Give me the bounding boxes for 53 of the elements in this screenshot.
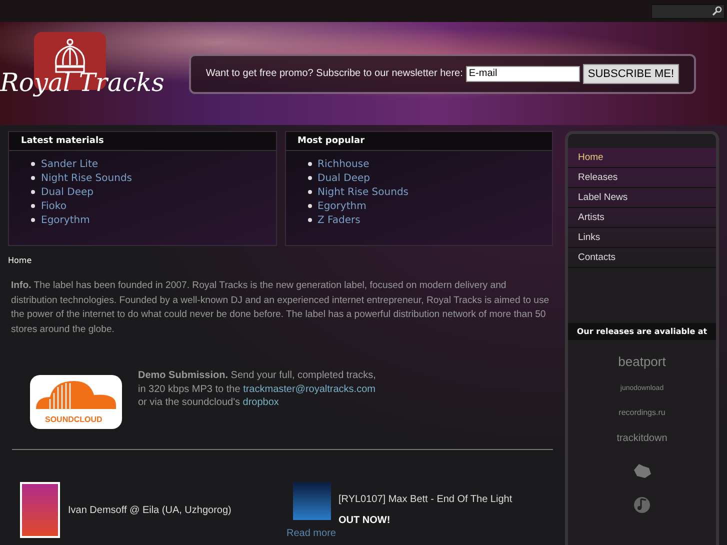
stores-title: Our releases are avaliable at [568,323,716,340]
music-note-icon [631,496,653,514]
material-link[interactable]: Egorythm [41,214,90,226]
store-logo[interactable]: trackitdown [616,433,668,444]
bullet-icon [308,162,312,166]
dropbox-link[interactable]: dropbox [242,397,279,408]
material-link[interactable]: Fioko [41,200,66,212]
photo-placeholder[interactable] [292,482,330,520]
nav-item[interactable]: Artists [568,208,716,228]
nav-item[interactable]: Contacts [568,248,716,268]
panel-title: Most popular [286,132,552,151]
news-title[interactable]: [RYL0107] Max Bett - End Of The Light [338,494,512,505]
demo-text: Demo Submission. Send your full, completed tracks, [138,369,376,382]
soundcloud-logo-icon [30,375,122,429]
newsletter-prompt: Want to get free promo? Subscribe to our newsletter here: [206,68,463,79]
bullet-icon [31,176,35,180]
material-link[interactable]: Sander Lite [41,158,98,170]
email-field[interactable]: E-mail [466,66,580,82]
email-link[interactable]: trackmaster@royaltracks.com [243,384,376,394]
popular-link[interactable]: Z Faders [318,214,360,226]
store-logo[interactable]: beatport [618,354,666,369]
nav-item[interactable]: Releases [568,168,716,188]
bullet-icon [308,176,312,180]
bullet-icon [31,162,35,166]
popular-link[interactable]: Dual Deep [318,172,370,184]
bullet-icon [31,204,35,208]
bullet-icon [308,190,312,194]
info-paragraph: Info. The label has been founded in 2007. Royal Tracks is the new generation label, focused on modern delivery and distribution technologies. Founded by a well-known DJ and an experienced internet entrepreneur, Royal Tracks is aimed to use the power of the internet to do what could never be done before. The label has a powerful distribution network of more than 50 stores around the globe. [11,279,550,336]
nav-item[interactable]: Home [568,148,716,168]
material-link[interactable]: Night Rise Sounds [41,172,132,184]
search-field[interactable] [651,4,725,18]
subscribe-button[interactable]: SUBSCRIBE ME! [582,64,680,84]
nav-item[interactable]: Links [568,228,716,248]
bullet-icon [31,190,35,194]
panel-title: Latest materials [9,132,276,151]
popular-link[interactable]: Night Rise Sounds [318,186,409,198]
soundcloud-wordmark: SOUNDCLOUD [45,415,102,424]
news-title[interactable]: Ivan Demsoff @ Eila (UA, Uzhgorog) [68,504,232,516]
popular-link[interactable]: Egorythm [318,200,366,212]
read-more-link[interactable]: Read more [286,528,336,539]
search-icon [712,6,722,16]
breadcrumb[interactable]: Home [8,256,553,265]
bullet-icon [31,218,35,222]
nav-item[interactable]: Label News [568,188,716,208]
demo-text: or via the soundcloud's [138,397,240,408]
bullet-icon [308,204,312,208]
bullet-icon [308,218,312,222]
photo-placeholder[interactable] [20,482,60,538]
store-logo[interactable]: recordings.ru [618,408,666,417]
demo-text: in 320 kbps MP3 to the [138,384,240,394]
popular-link[interactable]: Richhouse [318,158,370,170]
news-subtitle: OUT NOW! [338,515,392,526]
material-link[interactable]: Dual Deep [41,186,94,198]
